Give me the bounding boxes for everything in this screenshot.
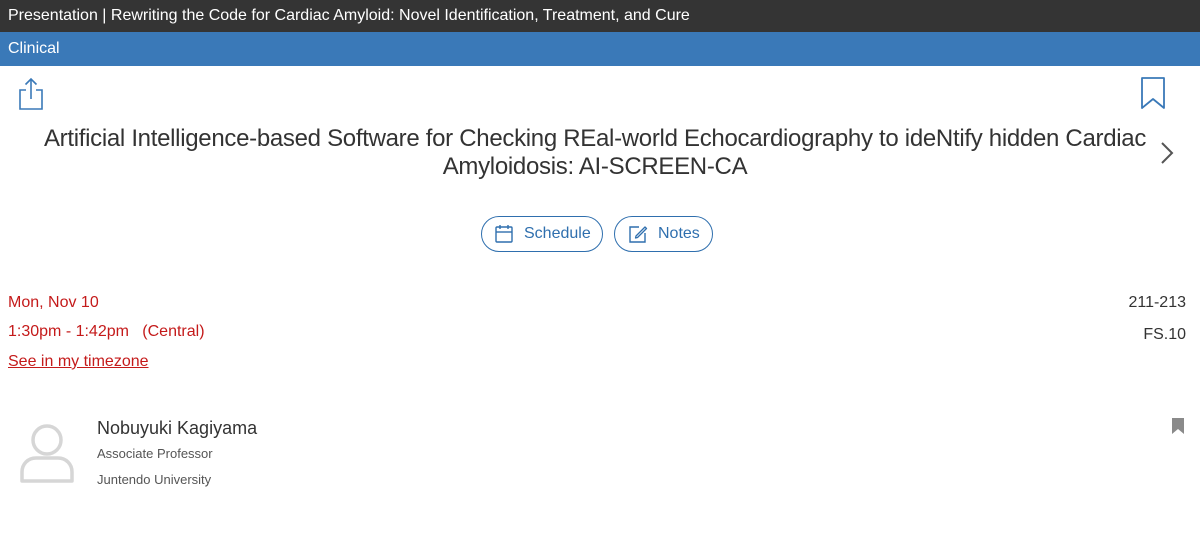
schedule-button-label: Schedule [524,225,591,242]
category-bar: Clinical [0,32,1200,66]
session-room: 211-213 [1128,294,1186,311]
timezone-link[interactable]: See in my timezone [8,353,149,371]
bookmark-icon[interactable] [1139,76,1167,110]
user-avatar-icon [18,420,76,484]
bookmark-filled-icon[interactable] [1171,417,1185,435]
presentation-title: Artificial Intelligence-based Software f… [43,125,1147,180]
presentation-header: Presentation | Rewriting the Code for Ca… [0,0,1200,32]
calendar-icon [495,225,513,243]
session-code: FS.10 [1143,326,1186,343]
schedule-button[interactable]: Schedule [481,216,603,252]
share-icon[interactable] [17,77,45,111]
notes-button-label: Notes [658,225,700,242]
notes-button[interactable]: Notes [614,216,713,252]
speaker-organization: Juntendo University [97,472,212,487]
session-date: Mon, Nov 10 [8,294,99,311]
chevron-right-icon[interactable] [1157,140,1177,166]
session-time: 1:30pm - 1:42pm (Central) [8,323,205,340]
speaker-title: Associate Professor [97,446,213,461]
edit-icon [629,226,648,243]
speaker-name[interactable]: Nobuyuki Kagiyama [97,418,257,439]
